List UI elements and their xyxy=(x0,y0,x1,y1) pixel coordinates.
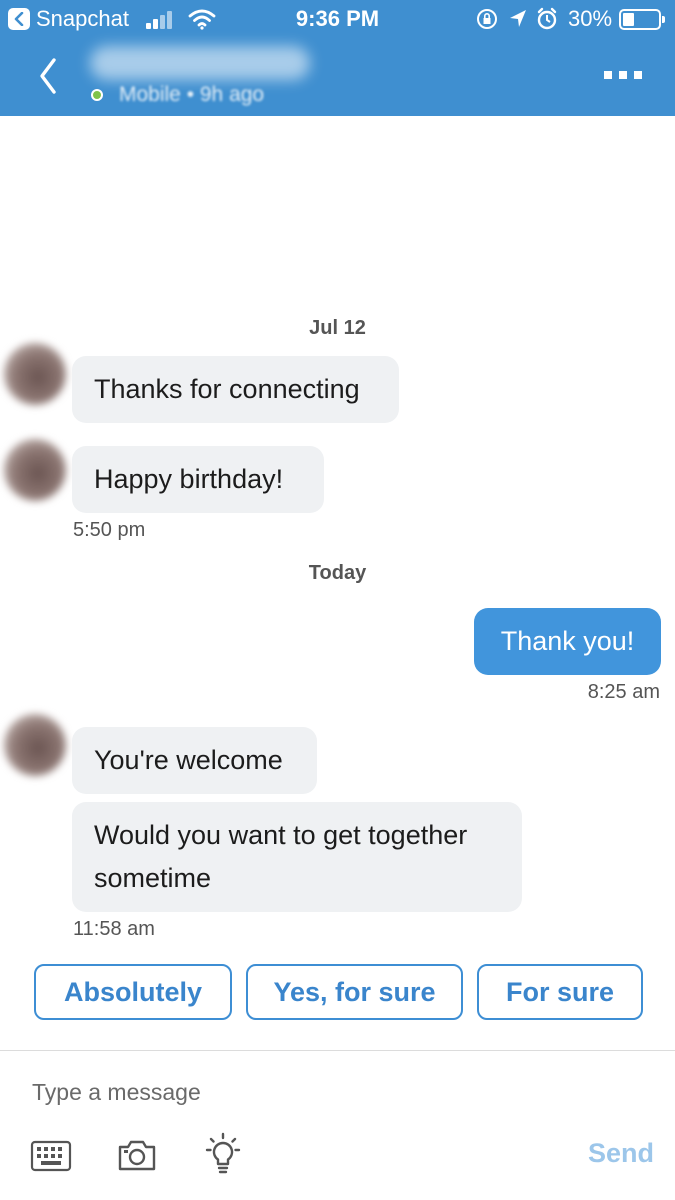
send-button[interactable]: Send xyxy=(588,1138,654,1169)
more-options-icon[interactable] xyxy=(604,71,644,81)
message-text: You're welcome xyxy=(94,745,283,775)
location-icon xyxy=(510,10,526,27)
rotation-lock-icon xyxy=(477,9,497,29)
battery-icon xyxy=(619,9,665,30)
battery-percent: 30% xyxy=(568,6,613,31)
date-separator: Today xyxy=(308,562,367,584)
quick-reply-absolutely[interactable]: Absolutely xyxy=(34,964,232,1020)
message-text: Happy birthday! xyxy=(94,464,284,494)
contact-avatar[interactable] xyxy=(4,343,66,405)
message-bubble-incoming[interactable]: You're welcome xyxy=(72,727,317,794)
contact-avatar[interactable] xyxy=(4,439,66,501)
composer-divider xyxy=(0,1050,675,1051)
contact-status-text: Mobile • 9h ago xyxy=(119,83,265,106)
conversation-header: Snapchat 9:36 PM 30% Mobile • 9h ago xyxy=(0,0,675,116)
message-text: Thanks for connecting xyxy=(94,374,360,404)
online-status-dot xyxy=(91,89,103,101)
date-separator: Jul 12 xyxy=(309,317,366,339)
message-bubble-incoming[interactable]: Would you want to get together sometime xyxy=(72,802,522,912)
message-bubble-incoming[interactable]: Thanks for connecting xyxy=(72,356,399,423)
quick-reply-yes-for-sure[interactable]: Yes, for sure xyxy=(246,964,463,1020)
contact-avatar[interactable] xyxy=(4,714,66,776)
alarm-icon xyxy=(537,7,557,30)
message-text: Thank you! xyxy=(500,626,635,656)
message-bubble-incoming[interactable]: Happy birthday! xyxy=(72,446,324,513)
status-bar: Snapchat 9:36 PM 30% xyxy=(0,0,675,38)
back-chevron-icon[interactable] xyxy=(36,54,66,98)
contact-name-obscured[interactable] xyxy=(90,46,310,80)
quick-reply-for-sure[interactable]: For sure xyxy=(477,964,643,1020)
message-bubble-outgoing[interactable]: Thank you! xyxy=(474,608,661,675)
message-timestamp: 11:58 am xyxy=(73,918,155,940)
keyboard-icon[interactable] xyxy=(30,1140,72,1172)
message-text: Would you want to get together sometime xyxy=(94,820,468,893)
message-timestamp: 8:25 am xyxy=(587,681,660,703)
message-timestamp: 5:50 pm xyxy=(73,519,146,541)
lightbulb-icon[interactable] xyxy=(205,1132,241,1174)
camera-icon[interactable] xyxy=(117,1138,157,1172)
message-input[interactable] xyxy=(32,1072,592,1112)
